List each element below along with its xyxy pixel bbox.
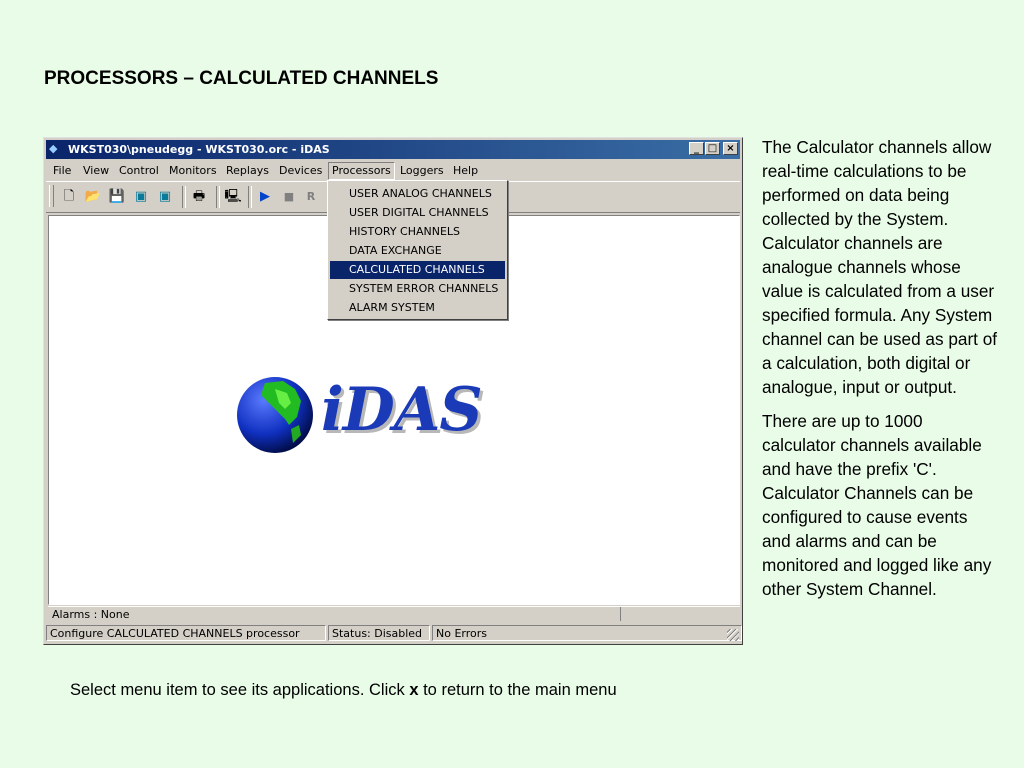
caption-after: to return to the main menu bbox=[418, 681, 617, 699]
menu-processors[interactable]: Processors bbox=[328, 162, 395, 180]
monitor-edit-icon[interactable]: ▣ bbox=[154, 186, 176, 207]
menu-view[interactable]: View bbox=[80, 163, 112, 179]
description-paragraph-2: There are up to 1000 calculator channels… bbox=[762, 411, 992, 599]
status-state: Status: Disabled bbox=[328, 625, 430, 641]
toolbar-separator bbox=[216, 186, 220, 208]
menu-item-alarm-system[interactable]: ALARM SYSTEM bbox=[330, 299, 505, 317]
statusbar: Configure CALCULATED CHANNELS processor … bbox=[46, 624, 742, 642]
stop-icon[interactable]: ■ bbox=[278, 186, 300, 207]
description-paragraph-1: The Calculator channels allow real-time … bbox=[762, 137, 998, 397]
menu-monitors[interactable]: Monitors bbox=[166, 163, 220, 179]
menu-item-calculated-channels[interactable]: CALCULATED CHANNELS bbox=[330, 261, 505, 279]
menu-devices[interactable]: Devices bbox=[276, 163, 325, 179]
open-folder-icon[interactable]: 📂 bbox=[82, 186, 104, 207]
idas-logo: iDAS bbox=[235, 373, 485, 457]
computer-icon[interactable]: 🖳 bbox=[222, 186, 244, 207]
new-file-icon[interactable]: 🗋 bbox=[58, 186, 80, 207]
alarms-label: Alarms : None bbox=[52, 608, 130, 621]
menu-item-user-analog-channels[interactable]: USER ANALOG CHANNELS bbox=[330, 185, 505, 203]
minimize-button[interactable]: _ bbox=[689, 142, 704, 155]
caption-close-key: x bbox=[409, 681, 419, 699]
window-title: WKST030\pneudegg - WKST030.orc - iDAS bbox=[68, 143, 330, 156]
menu-item-system-error-channels[interactable]: SYSTEM ERROR CHANNELS bbox=[330, 280, 505, 298]
idas-window: ◆ WKST030\pneudegg - WKST030.orc - iDAS … bbox=[43, 137, 743, 645]
play-icon[interactable]: ▶ bbox=[254, 186, 276, 207]
globe-icon bbox=[237, 377, 313, 453]
print-icon[interactable]: 🖶 bbox=[188, 186, 210, 207]
status-message: Configure CALCULATED CHANNELS processor bbox=[46, 625, 326, 641]
menu-item-history-channels[interactable]: HISTORY CHANNELS bbox=[330, 223, 505, 241]
monitor-add-icon[interactable]: ▣ bbox=[130, 186, 152, 207]
caption: Select menu item to see its applications… bbox=[70, 681, 617, 700]
app-icon: ◆ bbox=[49, 142, 58, 155]
status-errors: No Errors bbox=[432, 625, 742, 641]
replay-icon[interactable]: R bbox=[300, 186, 322, 207]
save-icon[interactable]: 💾 bbox=[106, 186, 128, 207]
menubar: File View Control Monitors Replays Devic… bbox=[46, 160, 740, 180]
slide-title: PROCESSORS – CALCULATED CHANNELS bbox=[44, 68, 439, 89]
close-button[interactable]: × bbox=[723, 142, 738, 155]
resize-grip[interactable] bbox=[727, 629, 739, 641]
description-text: The Calculator channels allow real-time … bbox=[762, 135, 998, 611]
toolbar-grip[interactable] bbox=[49, 185, 54, 207]
maximize-button[interactable]: □ bbox=[705, 142, 720, 155]
caption-before: Select menu item to see its applications… bbox=[70, 681, 410, 699]
toolbar-separator bbox=[248, 186, 252, 208]
menu-help[interactable]: Help bbox=[450, 163, 481, 179]
menu-file[interactable]: File bbox=[50, 163, 74, 179]
menu-item-data-exchange[interactable]: DATA EXCHANGE bbox=[330, 242, 505, 260]
window-titlebar[interactable]: ◆ WKST030\pneudegg - WKST030.orc - iDAS … bbox=[46, 140, 740, 159]
processors-dropdown-menu: USER ANALOG CHANNELS USER DIGITAL CHANNE… bbox=[327, 180, 508, 320]
menu-control[interactable]: Control bbox=[116, 163, 162, 179]
toolbar-separator bbox=[182, 186, 186, 208]
menu-item-user-digital-channels[interactable]: USER DIGITAL CHANNELS bbox=[330, 204, 505, 222]
alarm-bar-panel bbox=[620, 607, 739, 621]
menu-replays[interactable]: Replays bbox=[223, 163, 272, 179]
alarm-bar: Alarms : None bbox=[48, 606, 740, 622]
logo-text: iDAS bbox=[321, 375, 483, 445]
menu-loggers[interactable]: Loggers bbox=[397, 163, 447, 179]
